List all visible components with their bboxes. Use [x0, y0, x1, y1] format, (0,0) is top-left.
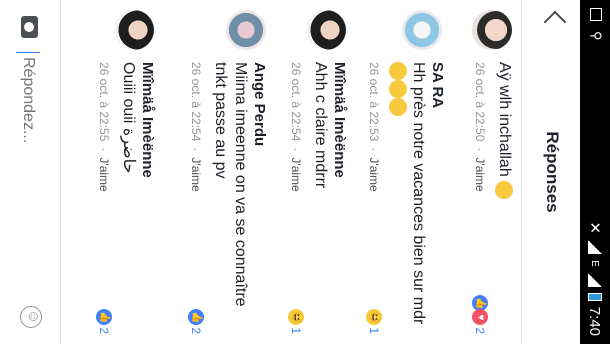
- gallery-icon: [590, 8, 602, 21]
- like-icon: 👍: [188, 309, 204, 326]
- author-name[interactable]: Mïîmäå Imèënne: [138, 62, 156, 334]
- avatar[interactable]: [472, 10, 512, 50]
- like-icon: 👍: [96, 309, 112, 326]
- like-button[interactable]: J'aime: [367, 157, 381, 191]
- comment-time: 26 oct. à 22:53: [367, 62, 381, 142]
- clock: 7:40: [586, 306, 604, 336]
- avatar[interactable]: [306, 10, 346, 50]
- comment-time: 26 oct. à 22:54: [189, 62, 203, 142]
- network-type: E: [589, 260, 601, 267]
- reply-composer: [0, 0, 61, 344]
- mute-icon: ✕: [586, 221, 603, 235]
- reactions-summary[interactable]: 😆 1: [366, 309, 382, 334]
- like-button[interactable]: J'aime: [97, 157, 111, 191]
- camera-icon[interactable]: [21, 16, 38, 38]
- reactions-summary[interactable]: 😆 1: [288, 309, 304, 334]
- reaction-count: 2: [189, 327, 203, 334]
- love-icon: ♥: [472, 309, 488, 326]
- author-name[interactable]: SA RA: [428, 62, 446, 334]
- comment-text: Aÿ wlh inchallah: [494, 62, 514, 334]
- page-title: Réponses: [543, 131, 562, 213]
- author-name[interactable]: Mïîmäå Imèënne: [330, 62, 348, 334]
- status-bar: ⚲ ✕ E 7:40: [580, 0, 610, 344]
- comment-text: Miima imeenne on va se connaître tnkt pa…: [212, 62, 249, 307]
- signal-icon: [588, 240, 602, 255]
- haha-icon: 😆: [366, 309, 382, 326]
- avatar[interactable]: [402, 10, 442, 50]
- reactions-summary[interactable]: 👍 ♥ 2: [472, 295, 488, 334]
- avatar[interactable]: [226, 10, 266, 50]
- emoji-picker-icon[interactable]: [20, 306, 42, 328]
- like-button[interactable]: J'aime: [473, 157, 487, 191]
- like-button[interactable]: J'aime: [289, 157, 303, 191]
- reaction-count: 1: [289, 327, 303, 334]
- reaction-count: 2: [97, 327, 111, 334]
- grin-emoji-icon: [389, 98, 408, 116]
- battery-icon: [588, 292, 602, 301]
- reactions-summary[interactable]: 👍 2: [188, 309, 204, 334]
- like-button[interactable]: J'aime: [189, 157, 203, 191]
- messenger-icon: ⚲: [589, 31, 604, 41]
- comment-text: Ahh c claire mdrrr: [312, 62, 329, 189]
- avatar[interactable]: [114, 10, 154, 50]
- comment-time: 26 oct. à 22:50: [473, 62, 487, 142]
- comment-time: 26 oct. à 22:55: [97, 62, 111, 142]
- author-name[interactable]: Ange Perdu: [250, 62, 268, 334]
- haha-icon: 😆: [288, 309, 304, 326]
- reply-input[interactable]: [16, 52, 40, 289]
- reactions-summary[interactable]: 👍 2: [96, 309, 112, 334]
- comment-text: Hh près notre vacances bien sur mdr: [388, 62, 428, 334]
- signal-icon-2: [588, 272, 602, 287]
- grin-emoji-icon: [389, 62, 408, 80]
- header: Réponses: [521, 0, 580, 344]
- grin-emoji-icon: [389, 80, 408, 98]
- grin-emoji-icon: [495, 181, 514, 200]
- reaction-count: 1: [367, 327, 381, 334]
- comment-text: Ouiii ouii حاضرة: [120, 62, 137, 174]
- comment-time: 26 oct. à 22:54: [289, 62, 303, 142]
- phone-screen: ⚲ ✕ E 7:40 Réponses Aÿ wlh inchallah 26: [0, 0, 610, 344]
- reaction-count: 2: [473, 327, 487, 334]
